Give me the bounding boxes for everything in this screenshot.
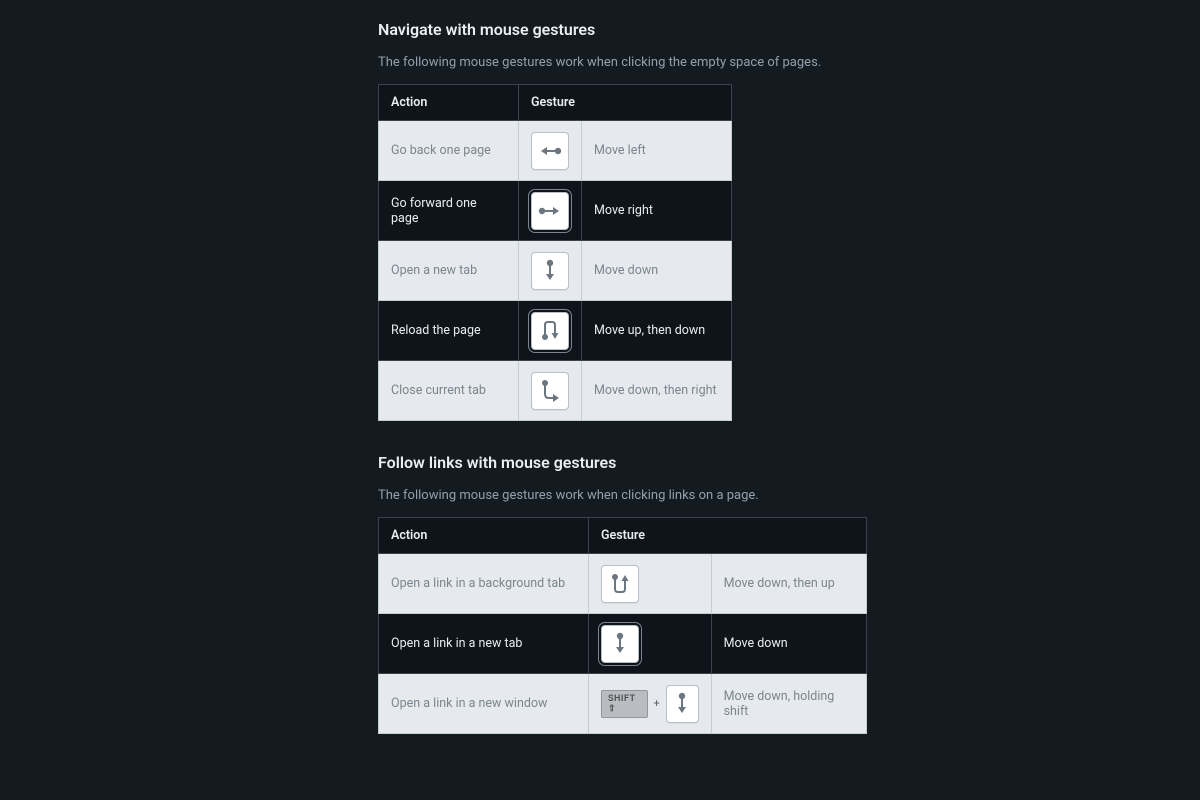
action-cell: Open a link in a background tab <box>379 554 589 614</box>
gesture-icon-cell <box>589 614 712 674</box>
gesture-icon-cell <box>589 554 712 614</box>
gesture-cell: Move down <box>711 614 866 674</box>
gesture-down-icon <box>666 685 699 723</box>
gesture-down-icon <box>601 625 639 663</box>
section-links-title: Follow links with mouse gestures <box>378 453 1200 472</box>
col-gesture: Gesture <box>519 85 732 121</box>
table-header-row: Action Gesture <box>379 518 867 554</box>
gesture-icon-cell <box>519 241 582 301</box>
col-gesture: Gesture <box>589 518 867 554</box>
gesture-icon-cell <box>519 181 582 241</box>
table-row: Go forward one page Move right <box>379 181 732 241</box>
page-content: Navigate with mouse gestures The followi… <box>0 0 1200 800</box>
plus-icon: + <box>654 697 660 710</box>
gesture-right-icon <box>531 192 569 230</box>
action-cell: Open a link in a new tab <box>379 614 589 674</box>
gesture-down-icon <box>531 252 569 290</box>
action-cell: Go back one page <box>379 121 519 181</box>
table-row: Open a new tab Move down <box>379 241 732 301</box>
gesture-cell: Move down <box>582 241 732 301</box>
gesture-cell: Move down, then right <box>582 361 732 421</box>
section-navigate-title: Navigate with mouse gestures <box>378 20 1200 39</box>
gesture-down-right-icon <box>531 372 569 410</box>
gesture-left-icon <box>531 132 569 170</box>
gesture-up-down-icon <box>531 312 569 350</box>
table-row: Reload the page Move up, then down <box>379 301 732 361</box>
gesture-down-up-icon <box>601 565 639 603</box>
action-cell: Close current tab <box>379 361 519 421</box>
gesture-icon-cell <box>519 121 582 181</box>
links-table: Action Gesture Open a link in a backgrou… <box>378 517 867 734</box>
table-row: Go back one page Move left <box>379 121 732 181</box>
shift-key-icon: SHIFT ⇧ <box>601 690 648 718</box>
table-row: Open a link in a new tab Move down <box>379 614 867 674</box>
gesture-icon-cell: SHIFT ⇧ + <box>589 674 712 734</box>
gesture-cell: Move right <box>582 181 732 241</box>
gesture-icon-cell <box>519 301 582 361</box>
table-row: Open a link in a new window SHIFT ⇧ + Mo… <box>379 674 867 734</box>
gesture-cell: Move down, holding shift <box>711 674 866 734</box>
action-cell: Reload the page <box>379 301 519 361</box>
table-header-row: Action Gesture <box>379 85 732 121</box>
gesture-cell: Move left <box>582 121 732 181</box>
navigate-table: Action Gesture Go back one page Move lef… <box>378 84 732 421</box>
action-cell: Open a link in a new window <box>379 674 589 734</box>
col-action: Action <box>379 518 589 554</box>
section-navigate-lead: The following mouse gestures work when c… <box>378 55 1200 70</box>
gesture-cell: Move down, then up <box>711 554 866 614</box>
action-cell: Go forward one page <box>379 181 519 241</box>
table-row: Open a link in a background tab Move dow… <box>379 554 867 614</box>
gesture-cell: Move up, then down <box>582 301 732 361</box>
table-row: Close current tab Move down, then right <box>379 361 732 421</box>
section-links-lead: The following mouse gestures work when c… <box>378 488 1200 503</box>
action-cell: Open a new tab <box>379 241 519 301</box>
col-action: Action <box>379 85 519 121</box>
gesture-icon-cell <box>519 361 582 421</box>
